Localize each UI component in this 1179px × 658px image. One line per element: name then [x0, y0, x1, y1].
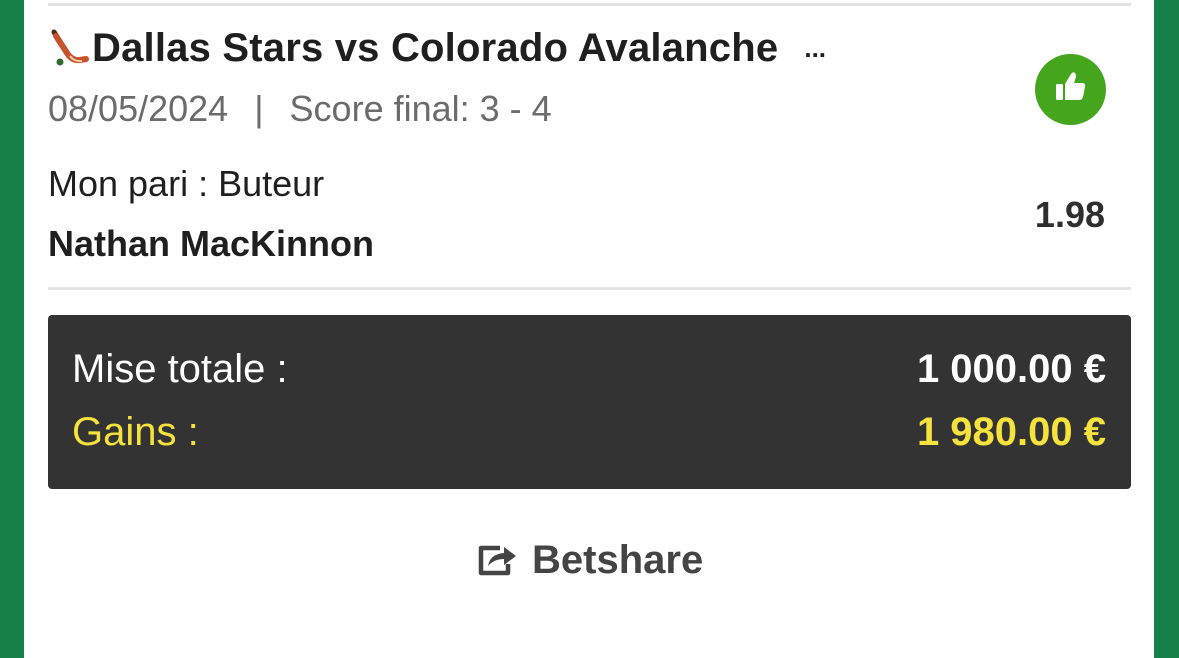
hockey-stick-icon [48, 26, 92, 70]
stake-value: 1 000.00 € [916, 347, 1106, 391]
mid-divider [48, 287, 1131, 290]
more-options[interactable]: ... [804, 33, 826, 64]
betshare-button[interactable]: Betshare [478, 538, 703, 583]
final-score: Score final: 3 - 4 [289, 88, 552, 129]
thumbs-up-icon [1051, 67, 1091, 112]
stake-row: Mise totale : 1 000.00 € [72, 347, 1106, 392]
gains-value: 1 980.00 € [916, 410, 1106, 454]
stake-label: Mise totale : [72, 347, 288, 391]
top-divider [48, 3, 1131, 6]
bet-odds: 1.98 [1034, 194, 1105, 235]
match-meta: 08/05/2024 | Score final: 3 - 4 [48, 88, 552, 130]
match-date: 08/05/2024 [48, 88, 229, 129]
bet-selection: Nathan MacKinnon [48, 223, 375, 264]
match-title: Dallas Stars vs Colorado Avalanche [92, 25, 779, 70]
gains-label: Gains : [72, 410, 199, 454]
share-icon [478, 540, 518, 581]
bet-status-badge [1035, 54, 1106, 125]
gains-row: Gains : 1 980.00 € [72, 410, 1106, 455]
match-header: Dallas Stars vs Colorado Avalanche ... [48, 22, 826, 74]
bet-summary: Mise totale : 1 000.00 € Gains : 1 980.0… [48, 315, 1131, 489]
bet-type: Mon pari : Buteur [48, 163, 325, 204]
betshare-label: Betshare [532, 538, 704, 582]
meta-separator: | [254, 88, 264, 129]
